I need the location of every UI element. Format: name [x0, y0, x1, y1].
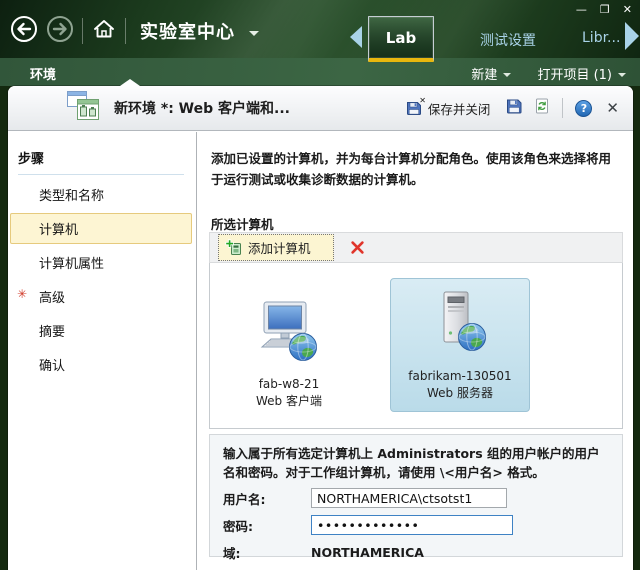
refresh-button[interactable] — [534, 98, 550, 118]
toolbar-divider — [562, 98, 564, 118]
add-computer-button[interactable]: 添加计算机 — [218, 234, 334, 261]
add-computer-icon — [225, 239, 241, 255]
home-button[interactable] — [91, 16, 117, 46]
step-machines[interactable]: 计算机 — [10, 213, 192, 244]
step-instruction: 添加已设置的计算机，并为每台计算机分配角色。使用该角色来选择将用于运行测试或收集… — [211, 151, 612, 187]
chevron-down-icon — [503, 72, 512, 77]
open-items-menu-button[interactable]: 打开项目 (1) — [537, 64, 626, 83]
delete-x-icon — [350, 241, 364, 254]
nav-divider — [82, 18, 83, 44]
delete-computer-button[interactable] — [350, 240, 365, 255]
tab-lab[interactable]: Lab — [368, 16, 434, 62]
password-field[interactable] — [311, 515, 513, 535]
machine-role: Web 客户端 — [256, 394, 322, 408]
dialog-toolbar: ✕ 保存并关闭 ? ✕ — [402, 96, 621, 120]
refresh-icon — [536, 98, 549, 114]
credentials-panel: 输入属于所有选定计算机上 Administrators 组的用户帐户的用户名和密… — [209, 434, 623, 561]
domain-label: 域: — [223, 545, 241, 561]
machine-tile-web-server-selected[interactable]: fabrikam-130501 Web 服务器 — [390, 278, 530, 412]
machine-role: Web 服务器 — [427, 386, 493, 400]
password-label: 密码: — [223, 518, 253, 534]
close-mark: ✕ — [419, 96, 426, 105]
selected-computers-label: 所选计算机 — [211, 217, 274, 232]
save-and-close-label: 保存并关闭 — [427, 101, 491, 117]
help-button[interactable]: ? — [575, 99, 593, 117]
steps-sidebar: 步骤 类型和名称 计算机 计算机属性 ✳ 高级 摘要 确认 — [8, 132, 196, 570]
steps-header: 步骤 — [18, 148, 184, 175]
server-globe-icon — [443, 291, 486, 351]
navigation-row: 实验室中心 — [10, 15, 259, 47]
machine-name: fabrikam-130501 — [408, 369, 512, 383]
nav-divider — [125, 18, 126, 44]
step-advanced[interactable]: ✳ 高级 — [10, 281, 192, 312]
back-arrow-icon — [11, 16, 37, 42]
back-button[interactable] — [10, 15, 38, 47]
step-advanced-label: 高级 — [39, 291, 66, 306]
save-close-icon: ✕ — [406, 96, 426, 116]
tab-scroll-right-icon[interactable] — [625, 22, 639, 50]
home-icon — [94, 20, 114, 38]
tab-test-settings[interactable]: 测试设置 — [468, 30, 548, 50]
forward-arrow-icon — [47, 16, 73, 42]
desktop-globe-icon — [260, 301, 317, 361]
machines-panel: fab-w8-21 Web 客户端 fabrikam-130501 Web 服务… — [209, 263, 623, 429]
steps-list: 类型和名称 计算机 计算机属性 ✳ 高级 摘要 确认 — [8, 179, 196, 380]
step-machine-properties[interactable]: 计算机属性 — [10, 247, 192, 278]
machines-toolbar: 添加计算机 — [209, 232, 623, 263]
center-switch-dropdown-icon[interactable] — [249, 30, 259, 36]
dialog-close-button[interactable]: ✕ — [604, 99, 621, 117]
domain-value: NORTHAMERICA — [311, 544, 424, 560]
save-icon — [507, 99, 522, 114]
new-menu-button[interactable]: 新建 — [471, 64, 512, 83]
environment-icon — [66, 91, 100, 125]
minimize-button[interactable]: — — [576, 3, 587, 17]
dialog-caret — [120, 79, 140, 86]
required-asterisk-icon: ✳ — [17, 287, 28, 301]
new-menu-label: 新建 — [471, 68, 498, 83]
dialog-title: 新环境 *: Web 客户端和... — [114, 101, 290, 117]
open-items-label: 打开项目 (1) — [537, 68, 612, 83]
chevron-down-icon — [618, 72, 626, 77]
step-type-and-name[interactable]: 类型和名称 — [10, 179, 192, 210]
step-verify[interactable]: 确认 — [10, 349, 192, 380]
step-content: 添加已设置的计算机，并为每台计算机分配角色。使用该角色来选择将用于运行测试或收集… — [197, 132, 633, 570]
dialog-header: 新环境 *: Web 客户端和... ✕ 保存并关闭 ? ✕ — [8, 86, 633, 131]
maximize-button[interactable]: ❐ — [600, 3, 610, 17]
tab-library[interactable]: Libr... — [582, 30, 620, 46]
tab-environments[interactable]: 环境 — [30, 64, 56, 83]
username-label: 用户名: — [223, 491, 266, 507]
machine-tile-web-client[interactable]: fab-w8-21 Web 客户端 — [222, 279, 356, 413]
username-field[interactable] — [311, 488, 507, 508]
ribbon-menus: 新建 打开项目 (1) — [471, 64, 626, 83]
save-and-close-button[interactable]: ✕ 保存并关闭 — [402, 96, 495, 120]
machine-name: fab-w8-21 — [258, 377, 320, 391]
application-window: — ❐ ✕ 实验室中心 Lab 测试设置 Libr... 环境 新建 打开项目 … — [0, 0, 640, 570]
tab-scroll-left-icon[interactable] — [350, 26, 362, 48]
save-button[interactable] — [506, 98, 522, 118]
add-computer-label: 添加计算机 — [248, 241, 311, 256]
dialog-body: 步骤 类型和名称 计算机 计算机属性 ✳ 高级 摘要 确认 添加已设置的计算机，… — [8, 132, 633, 570]
step-summary[interactable]: 摘要 — [10, 315, 192, 346]
new-environment-dialog: 新环境 *: Web 客户端和... ✕ 保存并关闭 ? ✕ 步骤 类型和名称 … — [8, 79, 633, 570]
tab-lab-label: Lab — [385, 28, 417, 47]
window-close-button[interactable]: ✕ — [623, 3, 632, 17]
center-title: 实验室中心 — [140, 22, 235, 43]
ribbon-strip: 环境 新建 打开项目 (1) — [0, 58, 640, 86]
credentials-instruction: 输入属于所有选定计算机上 Administrators 组的用户帐户的用户名和密… — [223, 446, 600, 480]
window-controls: — ❐ ✕ — [576, 3, 632, 17]
forward-button[interactable] — [46, 15, 74, 47]
